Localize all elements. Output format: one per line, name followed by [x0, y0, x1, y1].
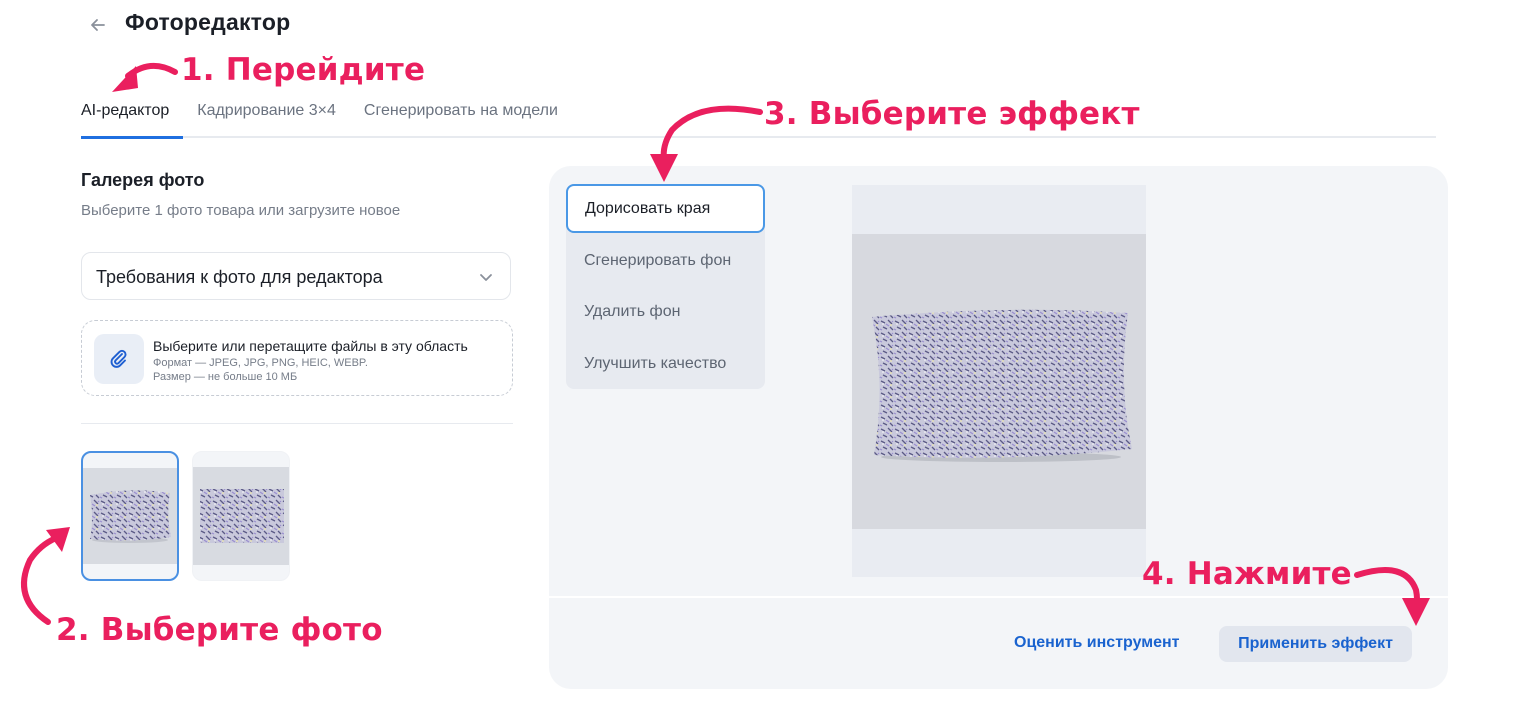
arrow-3-icon — [660, 105, 763, 163]
annotation-arrows — [21, 63, 1430, 626]
arrow-2-icon — [21, 535, 59, 625]
